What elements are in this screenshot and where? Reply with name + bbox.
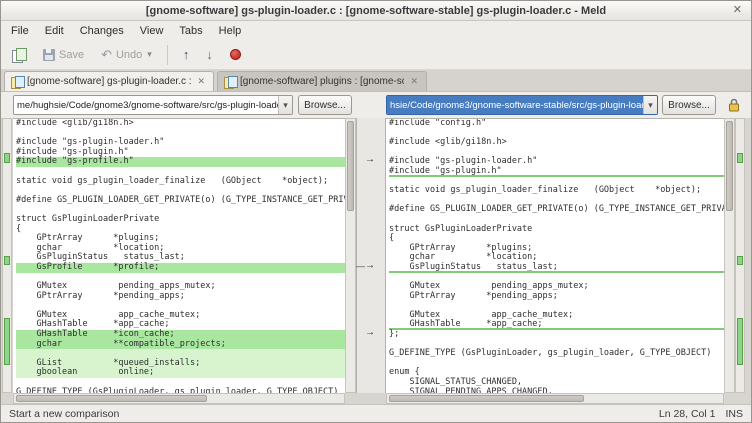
map-right[interactable] — [735, 118, 745, 393]
diff-map-mark — [737, 153, 743, 163]
code-line: }; — [389, 330, 724, 340]
code-line: #include "gs-plugin.h" — [389, 167, 724, 177]
right-hscrollbar[interactable] — [386, 393, 724, 404]
right-file-path: hsie/Code/gnome3/gnome-software-stable/s… — [387, 96, 643, 114]
tab-comparison-2[interactable]: [gnome-software] plugins : [gnome-soft ✕ — [217, 71, 427, 91]
scrollbar-thumb[interactable] — [389, 395, 584, 402]
code-line: GHashTable *app_cache; — [389, 320, 724, 330]
tab-close-icon[interactable]: ✕ — [195, 76, 207, 87]
save-icon — [43, 49, 55, 61]
code-line: G_DEFINE_TYPE (GsPluginLoader, gs_plugin… — [389, 349, 724, 359]
diff-map-mark — [737, 318, 743, 364]
cursor-position: Ln 28, Col 1 — [659, 408, 716, 420]
left-code: #include <glib/gi18n.h> #include "gs-plu… — [13, 119, 345, 393]
code-line: #include "gs-profile.h" — [16, 157, 345, 167]
right-pane-scrollbar[interactable] — [724, 118, 735, 393]
diff-file-icon — [11, 76, 23, 88]
diff-map-mark — [4, 318, 10, 364]
diff-map-mark — [4, 256, 10, 266]
toolbar: Save ↶ Undo ▾ ↑ ↓ — [1, 40, 751, 70]
undo-button[interactable]: ↶ Undo ▾ — [94, 43, 159, 67]
change-dash-marker[interactable]: — — [356, 262, 365, 270]
code-line: GsProfile *profile; — [16, 263, 345, 273]
code-line: #define GS_PLUGIN_LOADER_GET_PRIVATE(o) … — [16, 196, 345, 206]
menu-edit[interactable]: Edit — [37, 23, 72, 39]
menu-changes[interactable]: Changes — [72, 23, 132, 39]
left-pane-scrollbar[interactable] — [345, 118, 356, 393]
diff-map-mark — [4, 153, 10, 163]
scrollbar-thumb[interactable] — [726, 121, 733, 211]
right-file-combo[interactable]: hsie/Code/gnome3/gnome-software-stable/s… — [386, 95, 658, 115]
code-line: #define GS_PLUGIN_LOADER_GET_PRIVATE(o) … — [389, 205, 724, 215]
undo-icon: ↶ — [101, 49, 112, 61]
merge-gutter: →→→— — [356, 118, 386, 393]
menu-view[interactable]: View — [132, 23, 172, 39]
insert-mode-indicator: INS — [725, 408, 743, 420]
scrollbar-thumb[interactable] — [16, 395, 207, 402]
left-file-combo[interactable]: me/hughsie/Code/gnome3/gnome-software/sr… — [13, 95, 293, 115]
next-change-button[interactable]: ↓ — [199, 43, 220, 67]
menu-tabs[interactable]: Tabs — [171, 23, 210, 39]
code-line: GsPluginStatus status_last; — [389, 263, 724, 273]
diff-area: #include <glib/gi18n.h> #include "gs-plu… — [1, 118, 751, 404]
stop-icon — [230, 49, 241, 60]
tab-label: [gnome-software] plugins : [gnome-soft — [240, 76, 404, 87]
code-line: gboolean online; — [16, 368, 345, 378]
left-pane[interactable]: #include <glib/gi18n.h> #include "gs-plu… — [13, 118, 345, 393]
lock-glyph — [728, 98, 740, 112]
new-comparison-button[interactable] — [5, 43, 33, 67]
next-change-icon: ↓ — [206, 48, 213, 61]
left-browse-button[interactable]: Browse... — [298, 95, 352, 115]
code-line: GPtrArray *pending_apps; — [389, 292, 724, 302]
lock-icon[interactable] — [725, 96, 743, 114]
stop-button[interactable] — [223, 43, 248, 67]
diff-folder-icon — [224, 76, 236, 88]
save-label: Save — [59, 49, 84, 61]
menubar: File Edit Changes View Tabs Help — [1, 21, 751, 40]
code-line: GPtrArray *pending_apps; — [16, 292, 345, 302]
push-change-right-arrow[interactable]: → — [365, 328, 375, 338]
status-message: Start a new comparison — [9, 408, 119, 420]
left-file-path: me/hughsie/Code/gnome3/gnome-software/sr… — [14, 100, 278, 111]
tab-comparison-1[interactable]: [gnome-software] gs-plugin-loader.c : [g… — [4, 71, 214, 91]
right-browse-button[interactable]: Browse... — [662, 95, 716, 115]
combo-dropdown-icon[interactable]: ▾ — [643, 96, 657, 114]
code-line: struct GsPluginLoaderPrivate — [16, 215, 345, 225]
code-line: #include <glib/gi18n.h> — [389, 138, 724, 148]
tab-bar: [gnome-software] gs-plugin-loader.c : [g… — [1, 70, 751, 92]
file-selector-row: me/hughsie/Code/gnome3/gnome-software/sr… — [1, 92, 751, 118]
menu-help[interactable]: Help — [211, 23, 250, 39]
code-line: static void gs_plugin_loader_finalize (G… — [16, 177, 345, 187]
left-hscrollbar[interactable] — [13, 393, 345, 404]
window-title: [gnome-software] gs-plugin-loader.c : [g… — [146, 5, 606, 17]
map-left[interactable] — [2, 118, 12, 393]
code-line: static void gs_plugin_loader_finalize (G… — [389, 186, 724, 196]
tab-label: [gnome-software] gs-plugin-loader.c : [g — [27, 76, 191, 87]
undo-label: Undo — [116, 49, 142, 61]
new-comparison-icon — [12, 48, 26, 61]
previous-change-button[interactable]: ↑ — [176, 43, 197, 67]
code-line: #include "config.h" — [389, 119, 724, 129]
code-line: #include <glib/gi18n.h> — [16, 119, 345, 129]
code-line — [389, 359, 724, 369]
meld-window: [gnome-software] gs-plugin-loader.c : [g… — [0, 0, 752, 423]
previous-change-icon: ↑ — [183, 48, 190, 61]
toolbar-separator — [167, 45, 168, 65]
diff-map-mark — [737, 256, 743, 266]
right-code: #include "config.h" #include <glib/gi18n… — [386, 119, 724, 393]
push-change-right-arrow[interactable]: → — [365, 261, 375, 271]
code-line: struct GsPluginLoaderPrivate — [389, 225, 724, 235]
code-line: gchar **compatible_projects; — [16, 340, 345, 350]
undo-dropdown-caret-icon[interactable]: ▾ — [147, 49, 152, 60]
menu-file[interactable]: File — [3, 23, 37, 39]
push-change-right-arrow[interactable]: → — [365, 155, 375, 165]
scrollbar-thumb[interactable] — [347, 121, 354, 211]
titlebar[interactable]: [gnome-software] gs-plugin-loader.c : [g… — [1, 1, 751, 21]
combo-dropdown-icon[interactable]: ▾ — [278, 96, 292, 114]
right-pane[interactable]: #include "config.h" #include <glib/gi18n… — [386, 118, 724, 393]
tab-close-icon[interactable]: ✕ — [408, 76, 420, 87]
window-close-icon[interactable]: ✕ — [730, 3, 745, 16]
save-button[interactable]: Save — [36, 43, 91, 67]
statusbar: Start a new comparison Ln 28, Col 1 INS — [1, 404, 751, 422]
